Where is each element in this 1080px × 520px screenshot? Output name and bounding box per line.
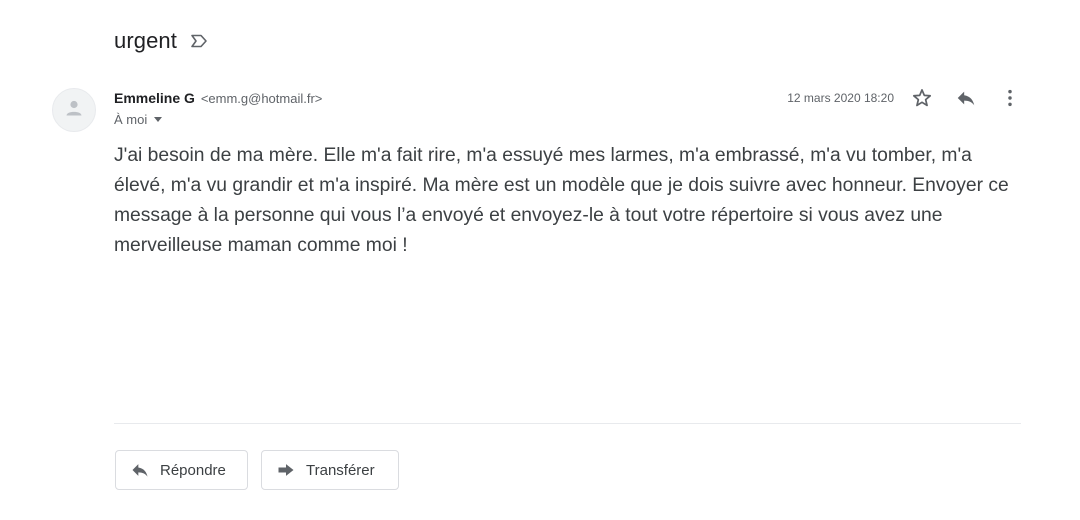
sender-email: <emm.g@hotmail.fr> (200, 91, 323, 106)
recipient-dropdown[interactable]: À moi (114, 112, 163, 127)
reply-icon[interactable] (954, 86, 978, 110)
message-meta: 12 mars 2020 18:20 (787, 86, 1022, 110)
message-date: 12 mars 2020 18:20 (787, 91, 894, 105)
reply-button[interactable]: Répondre (115, 450, 248, 490)
reply-button-label: Répondre (160, 461, 226, 479)
email-body: J'ai besoin de ma mère. Elle m'a fait ri… (114, 145, 1009, 256)
sender-avatar[interactable] (52, 88, 96, 132)
email-subject: urgent (114, 28, 177, 53)
divider (114, 423, 1021, 424)
subject-row: urgent (114, 26, 209, 56)
recipient-label: À moi (114, 112, 148, 127)
forward-button-label: Transférer (306, 461, 375, 479)
sender-name[interactable]: Emmeline G (114, 90, 195, 106)
reply-icon (130, 460, 150, 480)
more-vert-icon[interactable] (998, 86, 1022, 110)
caret-down-icon (154, 117, 163, 122)
forward-button[interactable]: Transférer (261, 450, 399, 490)
sender-line: Emmeline G <emm.g@hotmail.fr> (114, 90, 322, 106)
forward-icon (276, 460, 296, 480)
person-icon (64, 98, 84, 123)
star-outline-icon[interactable] (910, 86, 934, 110)
label-outline-icon[interactable] (189, 31, 209, 51)
